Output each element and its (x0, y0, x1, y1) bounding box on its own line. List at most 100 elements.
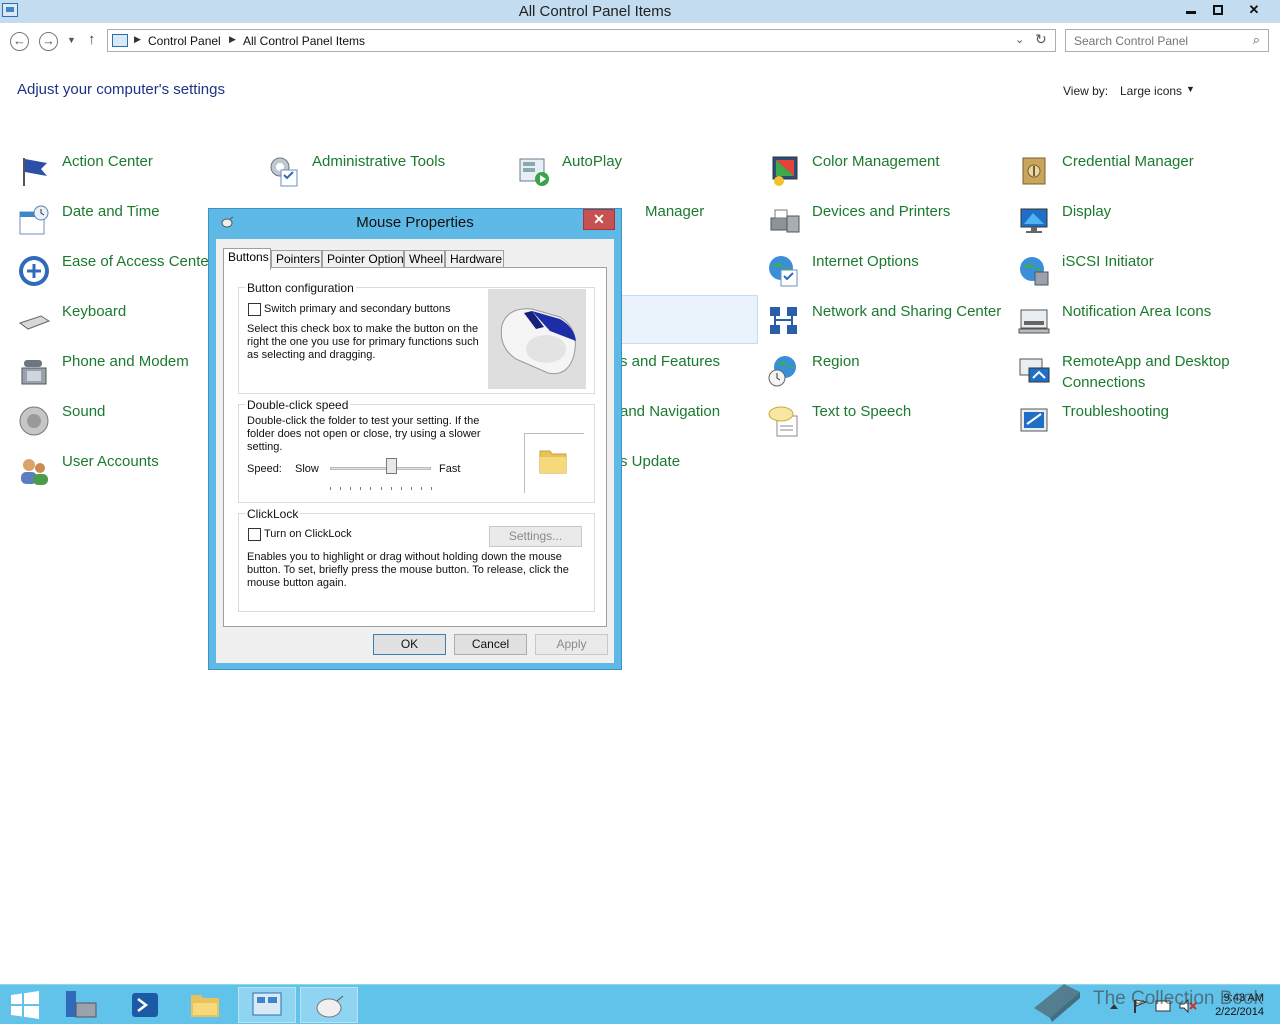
item-label: Keyboard (62, 303, 127, 320)
breadcrumb-control-panel[interactable]: Control Panel (148, 34, 221, 48)
back-button[interactable]: ← (10, 32, 29, 51)
item-label: Administrative Tools (312, 153, 446, 170)
tab-hardware[interactable]: Hardware (445, 250, 504, 268)
notification-area-icon (1018, 309, 1050, 334)
switch-buttons-checkbox[interactable] (248, 303, 261, 316)
item-label: and Navigation (620, 403, 721, 420)
windows-logo-icon (11, 991, 39, 1019)
breadcrumb-chevron-icon[interactable]: ▶ (229, 34, 236, 45)
button-config-description: Select this check box to make the button… (247, 323, 479, 362)
globe-icon (769, 256, 798, 287)
speed-slider-thumb[interactable] (385, 458, 397, 474)
mouse-taskbar-icon (316, 995, 344, 1018)
slider-tick (431, 487, 432, 490)
item-internet-options[interactable]: Internet Options (767, 248, 1012, 294)
item-color-management[interactable]: Color Management (767, 148, 1012, 194)
tab-wheel[interactable]: Wheel (404, 250, 445, 268)
minimize-icon (1186, 11, 1196, 14)
ok-button[interactable]: OK (373, 634, 446, 655)
breadcrumb-all-items[interactable]: All Control Panel Items (243, 34, 365, 48)
up-arrow-icon[interactable]: ↑ (88, 31, 96, 48)
recent-locations-chevron-down-icon[interactable]: ▼ (67, 35, 76, 45)
clicklock-settings-button[interactable]: Settings... (489, 526, 582, 547)
autoplay-icon (519, 158, 549, 186)
item-network-and-sharing[interactable]: Network and Sharing Center (767, 298, 1012, 344)
address-history-chevron-down-icon[interactable]: ⌄ (1015, 33, 1024, 46)
cancel-button[interactable]: Cancel (454, 634, 527, 655)
item-label: Credential Manager (1062, 153, 1194, 170)
close-button[interactable]: ✕ (1230, 0, 1278, 20)
button-configuration-group: Button configuration Switch primary and … (238, 281, 595, 394)
test-folder-area[interactable] (524, 433, 584, 493)
minimize-button[interactable] (1176, 0, 1206, 20)
search-box[interactable]: ⌕ (1065, 29, 1269, 52)
item-display[interactable]: Display (1017, 198, 1262, 244)
item-label: Text to Speech (812, 403, 912, 420)
taskbar-file-explorer[interactable] (176, 987, 234, 1023)
item-label: Network and Sharing Center (812, 303, 1002, 320)
dialog-close-button[interactable]: ✕ (583, 209, 615, 230)
speed-slider-track[interactable] (330, 467, 431, 470)
taskbar-server-manager[interactable] (52, 987, 110, 1023)
restore-button[interactable] (1203, 0, 1233, 20)
color-management-icon (772, 156, 798, 186)
clicklock-label[interactable]: Turn on ClickLock (264, 528, 352, 541)
group-label: Button configuration (245, 281, 356, 295)
item-troubleshooting[interactable]: Troubleshooting (1017, 398, 1262, 444)
item-region[interactable]: Region (767, 348, 1012, 394)
apply-button[interactable]: Apply (535, 634, 608, 655)
window-titlebar: All Control Panel Items ✕ (0, 0, 1280, 23)
tab-pointer-options[interactable]: Pointer Options (322, 250, 410, 268)
slider-tick (420, 487, 422, 490)
description-line: Enables you to highlight or drag without… (247, 551, 562, 563)
item-label: Troubleshooting (1062, 403, 1170, 420)
speaker-icon (19, 406, 49, 436)
item-autoplay[interactable]: AutoPlay (517, 148, 762, 194)
description-line: as selecting and dragging. (247, 349, 376, 361)
address-bar[interactable]: ▶ Control Panel ▶ All Control Panel Item… (107, 29, 1056, 52)
mouse-properties-dialog: Mouse Properties ✕ Buttons Pointers Poin… (208, 208, 622, 670)
tab-pointers[interactable]: Pointers (271, 250, 322, 268)
item-label: Ease of Access Center (62, 253, 214, 270)
item-credential-manager[interactable]: Credential Manager (1017, 148, 1262, 194)
taskbar-powershell[interactable] (114, 987, 172, 1023)
item-label: RemoteApp and Desktop Connections (1062, 353, 1230, 391)
search-icon[interactable]: ⌕ (1253, 32, 1260, 48)
slider-tick (370, 487, 372, 490)
control-panel-icon (112, 34, 128, 47)
item-remoteapp[interactable]: RemoteApp and Desktop Connections (1017, 348, 1262, 394)
item-action-center[interactable]: Action Center (17, 148, 262, 194)
flag-icon (23, 158, 47, 186)
item-administrative-tools[interactable]: Administrative Tools (267, 148, 512, 194)
description-line: setting. (247, 441, 283, 453)
start-button[interactable] (0, 987, 50, 1023)
buttons-tab-page: Button configuration Switch primary and … (223, 267, 607, 627)
view-by-caret-icon[interactable]: ▼ (1186, 84, 1195, 94)
refresh-icon[interactable]: ↻ (1035, 31, 1047, 48)
watermark-text: The Collection Book (1093, 988, 1264, 1009)
search-input[interactable] (1074, 31, 1244, 50)
item-label: Internet Options (812, 253, 919, 270)
item-iscsi-initiator[interactable]: iSCSI Initiator (1017, 248, 1262, 294)
taskbar-control-panel[interactable] (238, 987, 296, 1023)
switch-buttons-label[interactable]: Switch primary and secondary buttons (264, 303, 450, 316)
slider-tick (340, 487, 342, 490)
item-label: Devices and Printers (812, 203, 951, 220)
item-notification-area-icons[interactable]: Notification Area Icons (1017, 298, 1262, 344)
speed-label: Speed: (247, 463, 282, 475)
users-icon (21, 459, 48, 485)
forward-button[interactable]: → (39, 32, 58, 51)
breadcrumb-chevron-icon[interactable]: ▶ (134, 34, 141, 45)
troubleshooting-icon (1020, 408, 1048, 432)
description-line: button. To set, briefly press the mouse … (247, 564, 569, 576)
tab-buttons[interactable]: Buttons (223, 248, 271, 270)
item-text-to-speech[interactable]: Text to Speech (767, 398, 1012, 444)
slider-tick (410, 487, 412, 490)
view-by-dropdown[interactable]: Large icons (1120, 84, 1182, 98)
slider-tick (330, 487, 331, 490)
taskbar-mouse-properties[interactable] (300, 987, 358, 1023)
clicklock-checkbox[interactable] (248, 528, 261, 541)
forward-arrow-icon: → (42, 33, 55, 48)
item-devices-and-printers[interactable]: Devices and Printers (767, 198, 1012, 244)
remote-desktop-icon (1019, 358, 1050, 383)
